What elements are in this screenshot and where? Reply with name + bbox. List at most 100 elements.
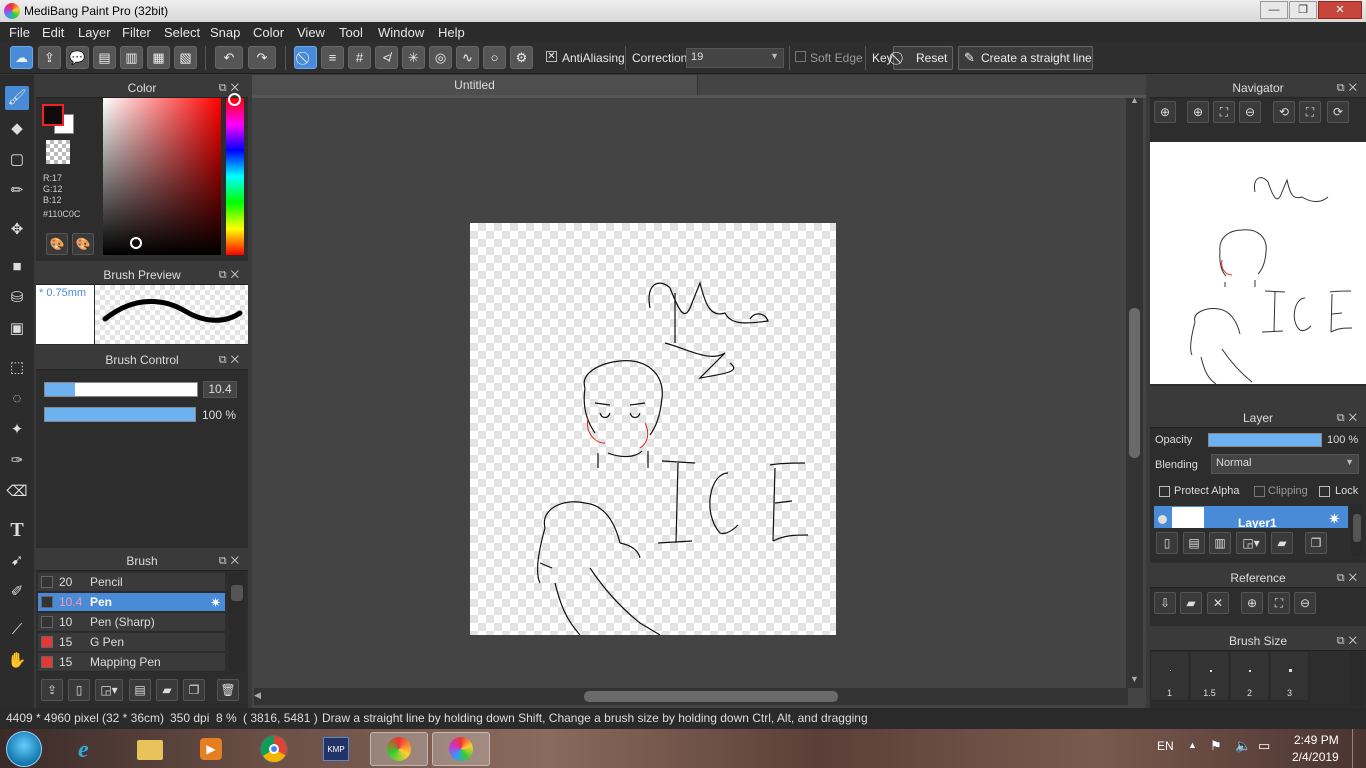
panel-controls-icon[interactable]: ⧉✕ <box>1337 408 1361 428</box>
chrome-icon[interactable] <box>251 732 297 766</box>
hue-slider-handle[interactable] <box>228 93 241 106</box>
zoom-out-icon[interactable]: ⊖ <box>1294 592 1316 614</box>
snap-settings-icon[interactable]: ⚙ <box>510 46 533 69</box>
clock-time[interactable]: 2:49 PM <box>1294 733 1339 747</box>
snap-perspective-icon[interactable]: ≮ <box>375 46 398 69</box>
volume-icon[interactable]: 🔈 <box>1235 738 1251 754</box>
hand-tool-icon[interactable]: ✋ <box>5 649 29 673</box>
layer-settings-gear-icon[interactable]: ✷ <box>1328 510 1341 528</box>
zoom-in-icon[interactable]: ⊕ <box>1187 101 1209 123</box>
dot-brush-tool-icon[interactable]: ✏ <box>5 179 29 203</box>
media-player-icon[interactable]: ▶ <box>188 732 234 766</box>
brush-size-preset[interactable]: 1.5 <box>1190 651 1229 701</box>
canvas-horizontal-scrollbar[interactable]: ◀ <box>254 688 1128 705</box>
new-halftone-layer-icon[interactable]: ▥ <box>1209 532 1231 554</box>
snap-grid-icon[interactable]: # <box>348 46 371 69</box>
select-eraser-tool-icon[interactable]: ⌫ <box>5 480 29 504</box>
zoom-in-icon[interactable]: ⊕ <box>1154 101 1176 123</box>
duplicate-layer-icon[interactable]: ❐ <box>1305 532 1327 554</box>
palette-settings-icon[interactable]: 🎨 <box>72 233 94 255</box>
bucket-tool-icon[interactable]: ⛁ <box>5 286 29 310</box>
rotate-left-icon[interactable]: ⟲ <box>1273 101 1295 123</box>
medibang-taskbar-icon[interactable] <box>432 732 490 766</box>
menu-snap[interactable]: Snap <box>210 25 240 40</box>
show-hidden-icons-icon[interactable]: ▲ <box>1188 740 1197 750</box>
reset-button[interactable]: ⃠ Reset <box>893 46 953 70</box>
brush-size-scrollbar[interactable] <box>1350 651 1364 706</box>
snap-radial-icon[interactable]: ✳ <box>402 46 425 69</box>
add-brush-dropdown-icon[interactable]: ◲▾ <box>95 679 123 701</box>
brush-list-item[interactable]: 10 Pen (Sharp) <box>38 613 225 632</box>
divide-tool-icon[interactable]: ✐ <box>5 580 29 604</box>
snap-concentric-icon[interactable]: ◎ <box>429 46 452 69</box>
new-layer-copy-icon[interactable]: ▤ <box>1183 532 1205 554</box>
operation-tool-icon[interactable]: ➹ <box>5 549 29 573</box>
scroll-down-arrow-icon[interactable]: ▼ <box>1126 674 1143 684</box>
text-tool-icon[interactable]: T <box>5 518 29 542</box>
zoom-in-icon[interactable]: ⊕ <box>1241 592 1263 614</box>
menu-select[interactable]: Select <box>164 25 200 40</box>
scroll-up-arrow-icon[interactable]: ▲ <box>1126 95 1143 105</box>
color-picker-cursor[interactable] <box>130 237 142 249</box>
add-brush-cloud-icon[interactable]: ⇪ <box>41 679 63 701</box>
scrollbar-thumb[interactable] <box>1353 514 1361 542</box>
soft-edge-checkbox[interactable] <box>795 51 806 62</box>
menu-layer[interactable]: Layer <box>78 25 111 40</box>
copy-brush-icon[interactable]: ▤ <box>129 679 151 701</box>
fit-window-icon[interactable]: ⛶ <box>1213 101 1235 123</box>
message-icon[interactable]: ▤ <box>93 46 116 69</box>
minimize-button[interactable]: — <box>1260 1 1288 19</box>
scrollbar-thumb[interactable] <box>231 585 243 601</box>
clock-date[interactable]: 2/4/2019 <box>1292 750 1339 764</box>
add-layer-dropdown-icon[interactable]: ◲▾ <box>1236 532 1266 554</box>
brush-size-slider[interactable] <box>44 382 198 397</box>
menu-file[interactable]: File <box>9 25 30 40</box>
close-reference-icon[interactable]: ✕ <box>1207 592 1229 614</box>
brush-list-item[interactable]: 20 Pencil <box>38 573 225 592</box>
rotate-right-icon[interactable]: ⟳ <box>1327 101 1349 123</box>
layout-icon[interactable]: ▧ <box>174 46 197 69</box>
folder-icon[interactable]: ▰ <box>1271 532 1293 554</box>
menu-filter[interactable]: Filter <box>122 25 151 40</box>
brush-list-item[interactable]: 15 G Pen <box>38 633 225 652</box>
create-straight-line-button[interactable]: ✎ Create a straight line <box>958 46 1093 70</box>
comment-icon[interactable]: 💬 <box>66 46 89 69</box>
brush-tool-icon[interactable]: 🖌 <box>5 86 29 110</box>
kmplayer-icon[interactable]: KMP <box>313 732 359 766</box>
duplicate-icon[interactable]: ❐ <box>183 679 205 701</box>
magic-wand-tool-icon[interactable]: ✦ <box>5 418 29 442</box>
snap-curve-icon[interactable]: ∿ <box>456 46 479 69</box>
protect-alpha-checkbox[interactable] <box>1159 486 1170 497</box>
network-icon[interactable]: ▭ <box>1258 738 1270 754</box>
saturation-value-picker[interactable] <box>103 98 221 255</box>
menu-window[interactable]: Window <box>378 25 424 40</box>
internet-explorer-icon[interactable]: e <box>66 732 112 766</box>
correction-select[interactable]: 19 ▼ <box>686 48 784 68</box>
panel-controls-icon[interactable]: ⧉✕ <box>1337 631 1361 651</box>
snap-parallel-icon[interactable]: ≡ <box>321 46 344 69</box>
panel-controls-icon[interactable]: ⧉✕ <box>219 350 243 370</box>
vertical-scroll-thumb[interactable] <box>1129 308 1140 458</box>
layer-list-scrollbar[interactable] <box>1351 504 1363 556</box>
select-pen-tool-icon[interactable]: ✑ <box>5 449 29 473</box>
undo-icon[interactable]: ↶ <box>215 46 243 69</box>
brush-size-preset[interactable]: 2 <box>1230 651 1269 701</box>
transparent-color-swatch[interactable] <box>46 140 70 164</box>
move-tool-icon[interactable]: ✥ <box>5 218 29 242</box>
panel-controls-icon[interactable]: ⧉✕ <box>1337 78 1361 98</box>
taskbar-app-icon[interactable] <box>370 732 428 766</box>
eyedropper-tool-icon[interactable]: ⟋ <box>5 618 29 642</box>
lock-checkbox[interactable] <box>1319 486 1330 497</box>
document-icon[interactable]: ▥ <box>120 46 143 69</box>
horizontal-scroll-thumb[interactable] <box>584 691 838 702</box>
brush-size-preset[interactable]: 1 <box>1150 651 1189 701</box>
layer-row[interactable]: Layer1 ✷ <box>1154 506 1348 528</box>
brush-size-input[interactable]: 10.4 <box>203 381 237 398</box>
palette-icon[interactable]: 🎨 <box>46 233 68 255</box>
canvas-vertical-scrollbar[interactable]: ▲ ▼ <box>1126 95 1143 688</box>
brush-list-scrollbar[interactable] <box>229 573 245 673</box>
start-button[interactable] <box>6 731 42 767</box>
eraser-tool-icon[interactable]: ◆ <box>5 117 29 141</box>
menu-view[interactable]: View <box>297 25 325 40</box>
layer-opacity-slider[interactable] <box>1208 433 1322 447</box>
